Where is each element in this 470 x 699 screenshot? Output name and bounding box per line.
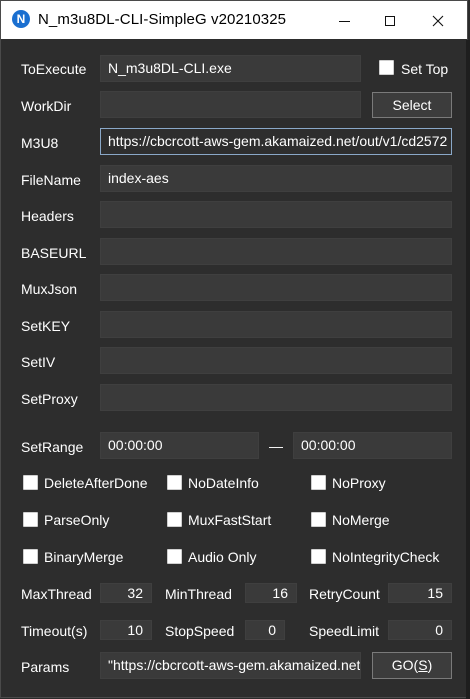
select-button[interactable]: Select — [372, 92, 452, 118]
parse-only-label: ParseOnly — [44, 512, 110, 528]
audio-only-checkbox[interactable] — [167, 549, 182, 564]
binary-merge-checkbox[interactable] — [23, 549, 38, 564]
close-icon — [432, 15, 444, 27]
workdir-label: WorkDir — [21, 98, 72, 114]
timeout-input[interactable]: 10 — [100, 620, 152, 640]
m3u8-input[interactable]: https://cbcrcott-aws-gem.akamaized.net/o… — [100, 128, 452, 155]
timeout-label: Timeout(s) — [21, 623, 88, 639]
params-label: Params — [21, 659, 70, 675]
no-proxy-label: NoProxy — [332, 475, 386, 491]
baseurl-label: BASEURL — [21, 245, 87, 261]
title-bar[interactable]: N N_m3u8DL-CLI-SimpleG v20210325 — [1, 1, 467, 39]
toexecute-label: ToExecute — [21, 61, 87, 77]
binary-merge-label: BinaryMerge — [44, 549, 124, 565]
setrange-label: SetRange — [21, 439, 84, 455]
filename-label: FileName — [21, 172, 81, 188]
close-button[interactable] — [415, 1, 461, 39]
no-date-info-checkbox[interactable] — [167, 475, 182, 490]
setproxy-label: SetProxy — [21, 391, 78, 407]
speedlimit-label: SpeedLimit — [309, 623, 380, 639]
mux-fast-start-label: MuxFastStart — [188, 512, 272, 528]
toexecute-input[interactable]: N_m3u8DL-CLI.exe — [100, 55, 361, 82]
range-end-input[interactable]: 00:00:00 — [293, 432, 452, 459]
retrycount-label: RetryCount — [309, 586, 380, 602]
delete-after-done-label: DeleteAfterDone — [44, 475, 148, 491]
retrycount-input[interactable]: 15 — [388, 583, 452, 603]
headers-input[interactable] — [100, 201, 452, 228]
maxthread-label: MaxThread — [21, 586, 92, 602]
speedlimit-input[interactable]: 0 — [388, 620, 452, 640]
set-top-label: Set Top — [401, 61, 449, 77]
stopspeed-input[interactable]: 0 — [245, 620, 285, 640]
main-window: N N_m3u8DL-CLI-SimpleG v20210325 ToExecu… — [0, 0, 468, 698]
no-merge-label: NoMerge — [332, 512, 390, 528]
mux-fast-start-checkbox[interactable] — [167, 512, 182, 527]
maxthread-input[interactable]: 32 — [100, 583, 152, 603]
window-edge — [466, 40, 470, 699]
app-icon: N — [12, 10, 30, 28]
minthread-label: MinThread — [165, 586, 232, 602]
minimize-button[interactable] — [321, 1, 367, 39]
go-button-prefix: GO( — [391, 657, 419, 673]
maximize-button[interactable] — [367, 1, 413, 39]
parse-only-checkbox[interactable] — [23, 512, 38, 527]
window-title: N_m3u8DL-CLI-SimpleG v20210325 — [38, 11, 287, 28]
setiv-input[interactable] — [100, 347, 452, 374]
filename-input[interactable]: index-aes — [100, 165, 452, 192]
go-button-key: S — [418, 657, 428, 673]
no-integrity-check-checkbox[interactable] — [311, 549, 326, 564]
setkey-label: SetKEY — [21, 318, 71, 334]
audio-only-label: Audio Only — [188, 549, 257, 565]
go-button-suffix: ) — [427, 657, 433, 673]
no-merge-checkbox[interactable] — [311, 512, 326, 527]
maximize-icon — [385, 16, 395, 27]
set-top-checkbox[interactable] — [379, 60, 394, 75]
setproxy-input[interactable] — [100, 384, 452, 411]
go-button[interactable]: GO(S) — [372, 652, 452, 679]
muxjson-input[interactable] — [100, 274, 452, 301]
stopspeed-label: StopSpeed — [165, 623, 235, 639]
muxjson-label: MuxJson — [21, 281, 78, 297]
delete-after-done-checkbox[interactable] — [23, 475, 38, 490]
no-date-info-label: NoDateInfo — [188, 475, 259, 491]
workdir-input[interactable] — [100, 91, 361, 118]
minthread-input[interactable]: 16 — [245, 583, 297, 603]
range-start-input[interactable]: 00:00:00 — [100, 432, 259, 459]
no-integrity-check-label: NoIntegrityCheck — [332, 549, 440, 565]
m3u8-label: M3U8 — [21, 135, 59, 151]
range-separator: — — [269, 438, 283, 454]
setkey-input[interactable] — [100, 311, 452, 338]
headers-label: Headers — [21, 208, 74, 224]
minimize-icon — [338, 20, 350, 22]
setiv-label: SetIV — [21, 354, 56, 370]
baseurl-input[interactable] — [100, 238, 452, 265]
no-proxy-checkbox[interactable] — [311, 475, 326, 490]
params-input[interactable]: "https://cbcrcott-aws-gem.akamaized.net — [100, 652, 361, 679]
